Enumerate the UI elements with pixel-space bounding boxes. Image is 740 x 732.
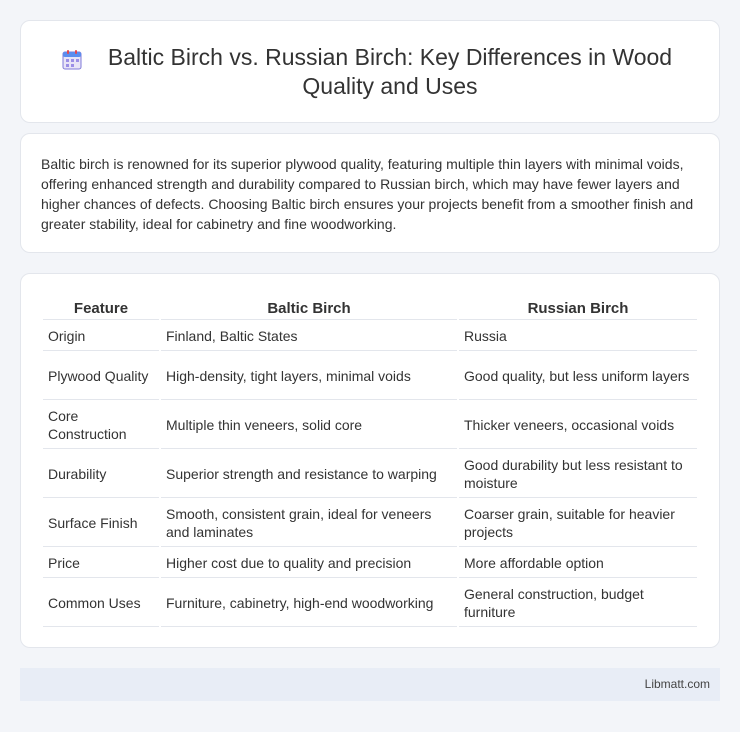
- table-row: Price Higher cost due to quality and pre…: [43, 549, 697, 578]
- feature-cell: Durability: [43, 451, 159, 498]
- table-row: Origin Finland, Baltic States Russia: [43, 322, 697, 351]
- feature-cell: Plywood Quality: [43, 353, 159, 400]
- footer: Libmatt.com: [20, 668, 720, 701]
- footer-site-link[interactable]: Libmatt.com: [645, 677, 710, 691]
- header-russian-birch: Russian Birch: [459, 297, 697, 320]
- table-header-row: Feature Baltic Birch Russian Birch: [43, 297, 697, 320]
- feature-cell: Common Uses: [43, 580, 159, 627]
- russian-cell: More affordable option: [459, 549, 697, 578]
- baltic-cell: Smooth, consistent grain, ideal for vene…: [161, 500, 457, 547]
- russian-cell: Good durability but less resistant to mo…: [459, 451, 697, 498]
- baltic-cell: High-density, tight layers, minimal void…: [161, 353, 457, 400]
- header-feature: Feature: [43, 297, 159, 320]
- title-card: Baltic Birch vs. Russian Birch: Key Diff…: [20, 20, 720, 123]
- feature-cell: Surface Finish: [43, 500, 159, 547]
- russian-cell: Thicker veneers, occasional voids: [459, 402, 697, 449]
- baltic-cell: Finland, Baltic States: [161, 322, 457, 351]
- russian-cell: Good quality, but less uniform layers: [459, 353, 697, 400]
- feature-cell: Price: [43, 549, 159, 578]
- feature-cell: Core Construction: [43, 402, 159, 449]
- summary-card: Baltic birch is renowned for its superio…: [20, 133, 720, 253]
- table-row: Plywood Quality High-density, tight laye…: [43, 353, 697, 400]
- summary-text: Baltic birch is renowned for its superio…: [41, 156, 694, 232]
- baltic-cell: Superior strength and resistance to warp…: [161, 451, 457, 498]
- table-row: Core Construction Multiple thin veneers,…: [43, 402, 697, 449]
- page-title: Baltic Birch vs. Russian Birch: Key Diff…: [107, 44, 673, 99]
- baltic-cell: Furniture, cabinetry, high-end woodworki…: [161, 580, 457, 627]
- table-row: Common Uses Furniture, cabinetry, high-e…: [43, 580, 697, 627]
- comparison-table-card: Feature Baltic Birch Russian Birch Origi…: [20, 273, 720, 648]
- baltic-cell: Higher cost due to quality and precision: [161, 549, 457, 578]
- feature-cell: Origin: [43, 322, 159, 351]
- russian-cell: Russia: [459, 322, 697, 351]
- table-row: Durability Superior strength and resista…: [43, 451, 697, 498]
- table-row: Surface Finish Smooth, consistent grain,…: [43, 500, 697, 547]
- baltic-cell: Multiple thin veneers, solid core: [161, 402, 457, 449]
- comparison-table: Feature Baltic Birch Russian Birch Origi…: [41, 295, 699, 629]
- header-baltic-birch: Baltic Birch: [161, 297, 457, 320]
- russian-cell: General construction, budget furniture: [459, 580, 697, 627]
- russian-cell: Coarser grain, suitable for heavier proj…: [459, 500, 697, 547]
